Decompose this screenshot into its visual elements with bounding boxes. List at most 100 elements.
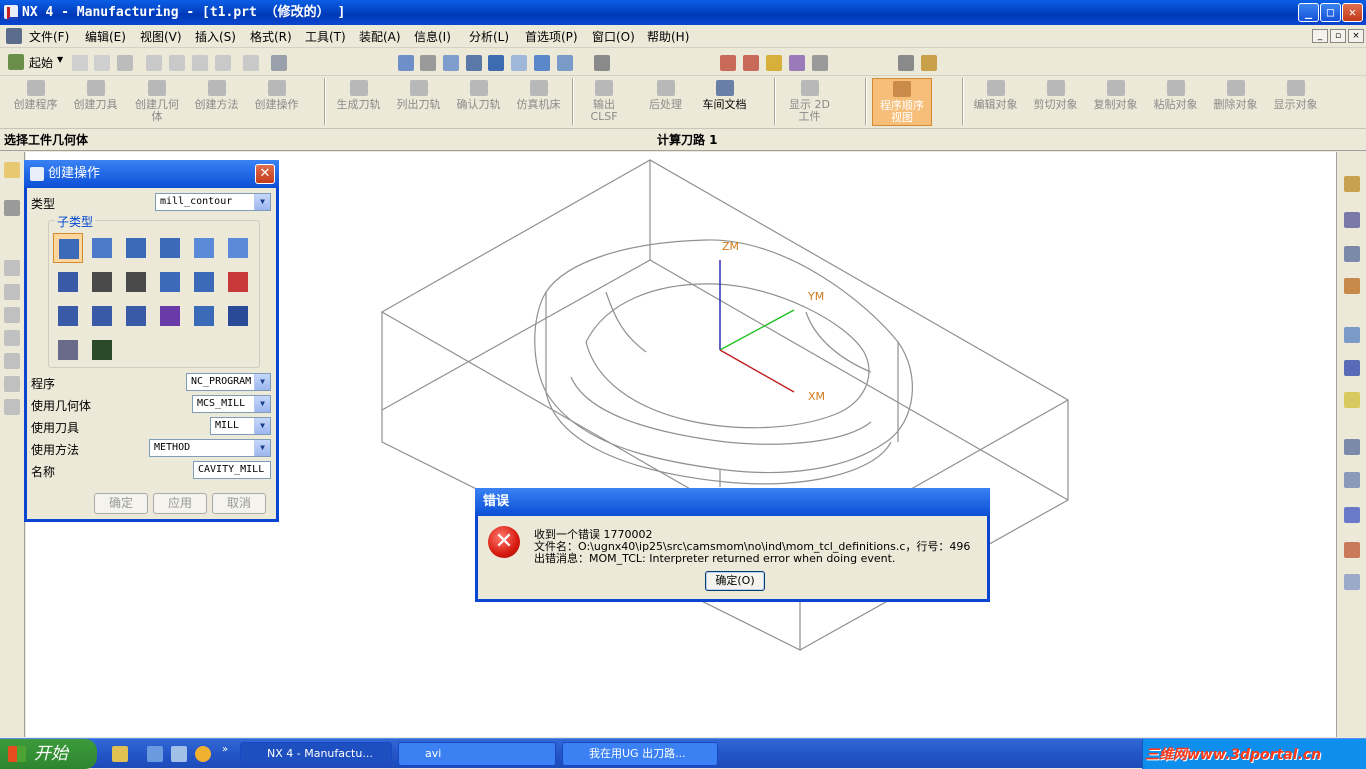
snap-tool-icon[interactable] bbox=[812, 55, 828, 71]
chevron-down-icon[interactable]: ▼ bbox=[254, 418, 270, 434]
quicklaunch-icon[interactable] bbox=[112, 746, 128, 762]
browser-icon[interactable] bbox=[147, 746, 163, 762]
mill-control-subtype[interactable] bbox=[87, 335, 117, 365]
tool-select[interactable]: MILL ▼ bbox=[210, 417, 271, 435]
menu-view[interactable]: 视图(V) bbox=[140, 28, 182, 45]
pan-icon[interactable] bbox=[511, 55, 527, 71]
menu-analysis[interactable]: 分析(L) bbox=[469, 28, 509, 45]
corner-rough-subtype[interactable] bbox=[121, 233, 151, 263]
ok-button[interactable]: 确定 bbox=[94, 493, 148, 514]
selection-filter-icon[interactable] bbox=[271, 55, 287, 71]
chevron-right-icon[interactable]: » bbox=[222, 744, 228, 755]
contour-surface-subtype[interactable] bbox=[121, 267, 151, 297]
program-order-nav-icon[interactable] bbox=[1344, 176, 1360, 192]
program-select[interactable]: NC_PROGRAM ▼ bbox=[186, 373, 271, 391]
copy-icon[interactable] bbox=[169, 55, 185, 71]
line-icon[interactable] bbox=[4, 260, 20, 276]
chevron-down-icon[interactable]: ▼ bbox=[254, 194, 270, 210]
palette-icon[interactable] bbox=[1344, 472, 1360, 488]
verify-toolpath-button[interactable]: 确认刀轨 bbox=[451, 78, 506, 111]
minimize-button[interactable]: _ bbox=[1298, 3, 1319, 22]
media-icon[interactable] bbox=[171, 746, 187, 762]
paste-object-button[interactable]: 粘贴对象 bbox=[1148, 78, 1203, 111]
menu-preferences[interactable]: 首选项(P) bbox=[525, 28, 578, 45]
create-tool-button[interactable]: 创建刀具 bbox=[68, 78, 123, 111]
zoom-window-icon[interactable] bbox=[420, 55, 436, 71]
doc-minimize-button[interactable]: _ bbox=[1312, 29, 1328, 43]
magnify-icon[interactable] bbox=[466, 55, 482, 71]
fit-view-icon[interactable] bbox=[398, 55, 414, 71]
web-browser-icon[interactable] bbox=[1344, 327, 1360, 343]
circle-icon[interactable] bbox=[4, 353, 20, 369]
menu-help[interactable]: 帮助(H) bbox=[647, 28, 689, 45]
analysis-tool-icon[interactable] bbox=[766, 55, 782, 71]
zlevel-corner-subtype[interactable] bbox=[223, 233, 253, 263]
copy-object-button[interactable]: 复制对象 bbox=[1088, 78, 1143, 111]
flowcut-single-subtype[interactable] bbox=[53, 301, 83, 331]
undo-icon[interactable] bbox=[243, 55, 259, 71]
measure-tool-icon[interactable] bbox=[789, 55, 805, 71]
doc-restore-button[interactable]: ▫ bbox=[1330, 29, 1346, 43]
create-operation-button[interactable]: 创建操作 bbox=[249, 78, 304, 111]
rotate-icon[interactable] bbox=[488, 55, 504, 71]
ruler-icon[interactable] bbox=[898, 55, 914, 71]
chevron-down-icon[interactable]: ▼ bbox=[254, 440, 270, 456]
menu-file[interactable]: 文件(F) bbox=[29, 28, 69, 45]
shop-doc-button[interactable]: 车间文档 bbox=[697, 78, 752, 111]
create-geometry-button[interactable]: 创建几何 体 bbox=[128, 78, 186, 123]
maximize-button[interactable]: □ bbox=[1320, 3, 1341, 22]
delete-icon[interactable] bbox=[215, 55, 231, 71]
list-toolpath-button[interactable]: 列出刀轨 bbox=[391, 78, 446, 111]
point-tool-icon[interactable] bbox=[720, 55, 736, 71]
display-object-button[interactable]: 显示对象 bbox=[1268, 78, 1323, 111]
hand-icon[interactable] bbox=[4, 200, 20, 216]
flowcut-multiple-subtype[interactable] bbox=[87, 301, 117, 331]
users-icon[interactable] bbox=[1344, 542, 1360, 558]
start-dropdown[interactable]: 起始 bbox=[29, 54, 53, 71]
flowcut-ref-subtype[interactable] bbox=[189, 301, 219, 331]
dialog-close-button[interactable]: ✕ bbox=[255, 164, 275, 184]
doc-close-button[interactable]: × bbox=[1348, 29, 1364, 43]
chevron-down-icon[interactable]: ▼ bbox=[57, 55, 63, 64]
simulate-machine-button[interactable]: 仿真机床 bbox=[511, 78, 566, 111]
chevron-down-icon[interactable]: ▼ bbox=[254, 396, 270, 412]
cavity-mill-subtype[interactable] bbox=[53, 233, 83, 263]
history-icon[interactable] bbox=[1344, 360, 1360, 376]
help-icon[interactable] bbox=[1344, 392, 1360, 408]
contour-text-subtype[interactable] bbox=[223, 267, 253, 297]
menu-window[interactable]: 窗口(O) bbox=[592, 28, 635, 45]
menu-insert[interactable]: 插入(S) bbox=[195, 28, 236, 45]
system-materials-icon[interactable] bbox=[1344, 574, 1360, 590]
menu-assembly[interactable]: 装配(A) bbox=[359, 28, 401, 45]
flowcut-ref-tool-subtype[interactable] bbox=[121, 301, 151, 331]
menu-edit[interactable]: 编辑(E) bbox=[85, 28, 126, 45]
start-button[interactable]: 开始 bbox=[0, 739, 97, 769]
messenger-icon[interactable] bbox=[195, 746, 211, 762]
plunge-mill-subtype[interactable] bbox=[87, 233, 117, 263]
output-clsf-button[interactable]: 输出 CLSF bbox=[580, 78, 628, 123]
render-style-icon[interactable] bbox=[534, 55, 550, 71]
point-icon[interactable] bbox=[4, 399, 20, 415]
flowcut-smooth-subtype[interactable] bbox=[155, 301, 185, 331]
menu-info[interactable]: 信息(I) bbox=[414, 28, 451, 45]
create-method-button[interactable]: 创建方法 bbox=[189, 78, 244, 111]
menu-tools[interactable]: 工具(T) bbox=[305, 28, 346, 45]
generate-toolpath-button[interactable]: 生成刀轨 bbox=[331, 78, 386, 111]
rest-milling-subtype[interactable] bbox=[155, 233, 185, 263]
curve-icon[interactable] bbox=[4, 307, 20, 323]
machine-tool-nav-icon[interactable] bbox=[1344, 212, 1360, 228]
contour-text-a-subtype[interactable] bbox=[223, 301, 253, 331]
contour-area-subtype[interactable] bbox=[87, 267, 117, 297]
task-browser[interactable]: 我在用UG 出刀路... bbox=[562, 742, 718, 766]
method-select[interactable]: METHOD ▼ bbox=[149, 439, 271, 457]
arc-icon[interactable] bbox=[4, 330, 20, 346]
edit-object-button[interactable]: 编辑对象 bbox=[968, 78, 1023, 111]
zlevel-profile-subtype[interactable] bbox=[189, 233, 219, 263]
menu-format[interactable]: 格式(R) bbox=[250, 28, 292, 45]
pencil-icon[interactable] bbox=[921, 55, 937, 71]
geometry-select[interactable]: MCS_MILL ▼ bbox=[192, 395, 271, 413]
task-nx[interactable]: NX 4 - Manufactu... bbox=[240, 742, 392, 766]
orient-view-icon[interactable] bbox=[557, 55, 573, 71]
roles-icon[interactable] bbox=[1344, 507, 1360, 523]
chevron-down-icon[interactable]: ▼ bbox=[254, 374, 270, 390]
